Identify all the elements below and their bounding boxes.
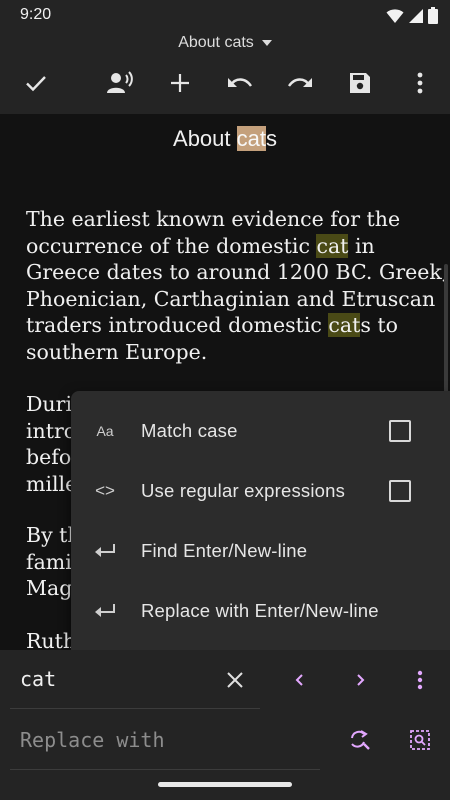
clear-search-button[interactable] (220, 665, 250, 695)
undo-icon (228, 78, 252, 87)
code-icon: <> (95, 481, 115, 500)
more-vert-icon (417, 72, 423, 94)
status-time: 9:20 (20, 6, 52, 23)
more-options-button[interactable] (405, 68, 435, 98)
status-icons (386, 7, 438, 24)
add-button[interactable] (165, 68, 195, 98)
replace-input-underline (10, 769, 320, 770)
select-all-replace-icon (410, 730, 430, 750)
read-aloud-button[interactable] (105, 68, 135, 98)
search-match: cat (328, 313, 361, 337)
find-replace-bar: cat Replace with (0, 650, 450, 800)
done-button[interactable] (21, 68, 51, 98)
find-input[interactable]: cat (20, 667, 56, 691)
document-title: About cats (178, 34, 254, 51)
wifi-icon (386, 8, 404, 23)
battery-icon (428, 7, 438, 24)
replace-newline-option[interactable]: Replace with Enter/New-line (71, 581, 450, 641)
close-icon (227, 672, 243, 688)
previous-match-button[interactable] (285, 665, 315, 695)
enter-key-icon (93, 599, 117, 623)
status-bar: 9:20 (0, 0, 450, 32)
enter-key-icon (93, 539, 117, 563)
redo-icon (288, 78, 312, 87)
match-case-option[interactable]: Aa Match case (71, 401, 450, 461)
undo-button[interactable] (225, 68, 255, 98)
read-aloud-icon (107, 71, 133, 93)
add-icon (171, 74, 189, 92)
save-button[interactable] (345, 68, 375, 98)
next-match-button[interactable] (345, 665, 375, 695)
check-icon (26, 76, 46, 92)
paragraph-1: The earliest known evidence for the occur… (26, 207, 449, 364)
find-options-button[interactable] (405, 665, 435, 695)
signal-icon (409, 8, 423, 23)
save-icon (350, 73, 370, 93)
find-newline-label: Find Enter/New-line (141, 540, 308, 561)
editor-heading: About cats (173, 126, 277, 151)
gesture-nav-handle[interactable] (158, 782, 292, 787)
chevron-left-icon (295, 674, 303, 686)
search-options-menu: Aa Match case <> Use regular expressions… (71, 391, 450, 650)
replace-button[interactable] (345, 725, 375, 755)
chevron-right-icon (357, 674, 365, 686)
replace-newline-label: Replace with Enter/New-line (141, 600, 379, 621)
search-match: cat (316, 233, 349, 258)
text-case-icon: Aa (96, 423, 114, 439)
more-vert-icon (417, 670, 423, 690)
match-case-checkbox[interactable] (389, 420, 411, 442)
dropdown-arrow-icon (261, 39, 272, 46)
app-bar: About cats (0, 32, 450, 114)
replace-input[interactable]: Replace with (20, 728, 165, 752)
match-case-label: Match case (141, 420, 238, 441)
document-selector[interactable]: About cats (0, 34, 450, 52)
redo-button[interactable] (285, 68, 315, 98)
find-input-underline (10, 708, 260, 709)
regex-option[interactable]: <> Use regular expressions (71, 461, 450, 521)
replace-all-button[interactable] (405, 725, 435, 755)
regex-label: Use regular expressions (141, 480, 346, 501)
regex-checkbox[interactable] (389, 480, 411, 502)
current-match: cat (236, 126, 266, 151)
find-newline-option[interactable]: Find Enter/New-line (71, 521, 450, 581)
find-replace-icon (351, 730, 370, 750)
